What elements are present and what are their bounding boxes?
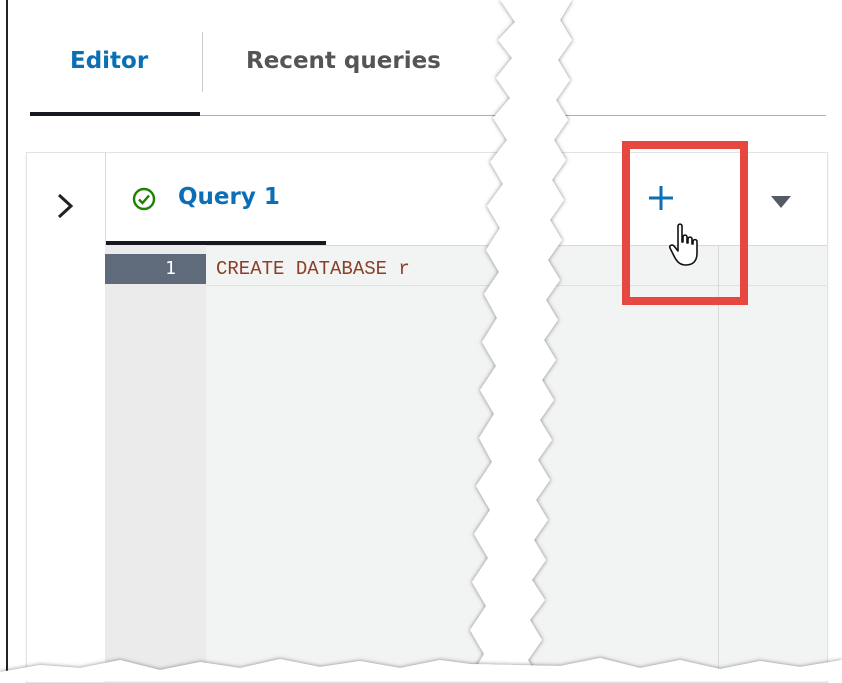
tab-recent-queries[interactable]: Recent queries — [246, 48, 441, 74]
check-circle-icon — [132, 187, 156, 211]
query-tab[interactable]: Query 1 — [106, 153, 326, 245]
line-number: 1 — [105, 254, 206, 284]
line-gutter — [105, 245, 206, 681]
caret-down-icon[interactable] — [766, 189, 796, 215]
tab-divider — [202, 32, 203, 92]
active-tab-indicator — [30, 112, 200, 116]
tab-bar: Editor Recent queries — [30, 32, 826, 118]
tab-editor[interactable]: Editor — [70, 48, 148, 74]
hand-pointer-icon — [669, 223, 698, 266]
frame-border — [6, 0, 8, 681]
query-tab-label: Query 1 — [178, 184, 280, 210]
page-frame: Editor Recent queries Query 1 1 CREATE D… — [0, 0, 842, 683]
print-margin-ruler — [718, 245, 719, 681]
chevron-right-icon[interactable] — [55, 191, 75, 221]
side-rail — [27, 153, 106, 682]
line-number-text: 1 — [165, 258, 176, 279]
code-line[interactable]: CREATE DATABASE r — [216, 254, 410, 284]
